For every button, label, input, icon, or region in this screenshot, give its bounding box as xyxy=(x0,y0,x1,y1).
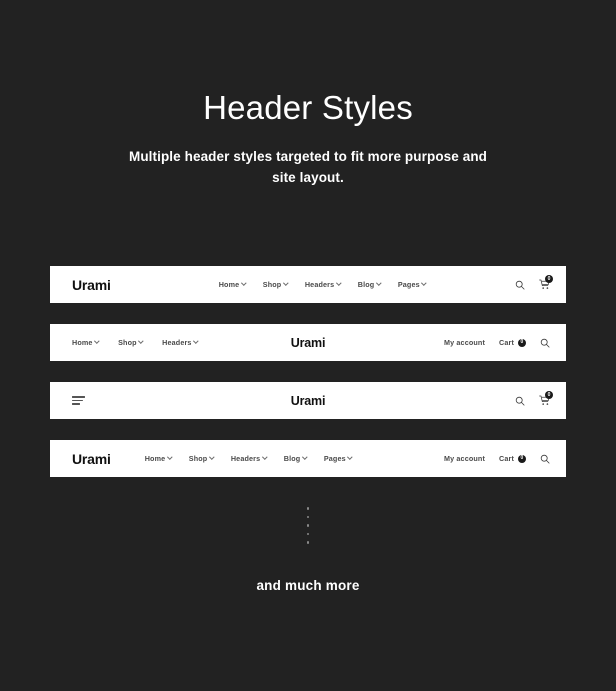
nav-item-label: Headers xyxy=(162,337,192,347)
search-icon[interactable] xyxy=(515,396,525,406)
hamburger-line xyxy=(72,403,80,405)
nav-item-label: Pages xyxy=(397,279,420,289)
hero-section: Header Styles Multiple header styles tar… xyxy=(0,0,616,188)
more-indicator-dots xyxy=(0,507,616,544)
header-style-1: Urami Home Shop Headers Blog Pages 0 xyxy=(50,266,566,303)
dot xyxy=(306,541,310,544)
cart-count-badge: 0 xyxy=(518,454,526,463)
nav-item-label: Home xyxy=(144,453,166,463)
dot xyxy=(306,507,310,510)
chevron-down-icon xyxy=(242,281,246,285)
header-actions: My account Cart 0 xyxy=(444,338,550,348)
and-much-more-caption: and much more xyxy=(256,578,360,593)
page-title: Header Styles xyxy=(203,89,413,126)
dot xyxy=(306,532,310,535)
cart-label: Cart xyxy=(499,453,514,463)
chevron-down-icon xyxy=(422,281,426,285)
dot xyxy=(306,524,310,527)
cart-icon[interactable]: 0 xyxy=(539,391,553,406)
brand-logo[interactable]: Urami xyxy=(72,452,111,466)
nav-item-home[interactable]: Home xyxy=(145,455,172,462)
my-account-link[interactable]: My account xyxy=(444,455,485,462)
chevron-down-icon xyxy=(263,455,267,459)
nav-item-label: Home xyxy=(218,279,240,289)
nav-item-pages[interactable]: Pages xyxy=(398,281,426,288)
nav-item-label: Headers xyxy=(304,279,335,289)
my-account-link[interactable]: My account xyxy=(444,339,485,346)
cart-label: Cart xyxy=(499,337,514,347)
nav-item-headers[interactable]: Headers xyxy=(162,339,198,346)
header-style-3: Urami 0 xyxy=(50,382,566,419)
hamburger-line xyxy=(72,396,85,398)
chevron-down-icon xyxy=(95,339,99,343)
nav-item-headers[interactable]: Headers xyxy=(305,281,341,288)
chevron-down-icon xyxy=(303,455,307,459)
search-icon[interactable] xyxy=(540,338,550,348)
header-actions: 0 xyxy=(515,391,553,406)
chevron-down-icon xyxy=(168,455,172,459)
nav-item-blog[interactable]: Blog xyxy=(284,455,307,462)
chevron-down-icon xyxy=(210,455,214,459)
nav-item-label: Blog xyxy=(283,453,301,463)
header-actions: My account Cart 0 xyxy=(444,454,550,464)
hamburger-line xyxy=(72,399,83,402)
chevron-down-icon xyxy=(377,281,381,285)
nav-item-label: Headers xyxy=(230,453,261,463)
nav-item-label: Pages xyxy=(323,453,346,463)
nav-item-pages[interactable]: Pages xyxy=(324,455,352,462)
header-actions: 0 xyxy=(515,275,553,290)
header-style-2: Home Shop Headers Urami My account Cart … xyxy=(50,324,566,361)
cart-link[interactable]: Cart 0 xyxy=(499,337,526,347)
brand-logo-center: Urami xyxy=(50,392,566,410)
brand-logo[interactable]: Urami xyxy=(291,394,326,408)
nav-item-label: Shop xyxy=(188,453,208,463)
nav-item-label: Blog xyxy=(357,279,375,289)
cart-icon[interactable]: 0 xyxy=(539,275,553,290)
main-navigation: Home Shop Headers xyxy=(72,339,198,346)
chevron-down-icon xyxy=(194,339,198,343)
dot xyxy=(306,515,310,518)
main-navigation: Home Shop Headers Blog Pages xyxy=(145,455,353,462)
cart-count-badge: 0 xyxy=(545,391,553,399)
chevron-down-icon xyxy=(139,339,143,343)
nav-item-blog[interactable]: Blog xyxy=(358,281,381,288)
chevron-down-icon xyxy=(348,455,352,459)
page-subtitle: Multiple header styles targeted to fit m… xyxy=(128,149,488,185)
nav-item-label: Home xyxy=(72,337,93,347)
header-style-4: Urami Home Shop Headers Blog Pages My ac… xyxy=(50,440,566,477)
cart-count-badge: 0 xyxy=(518,338,526,347)
search-icon[interactable] xyxy=(540,454,550,464)
nav-item-label: Shop xyxy=(262,279,282,289)
cart-link[interactable]: Cart 0 xyxy=(499,453,526,463)
search-icon[interactable] xyxy=(515,280,525,290)
nav-item-shop[interactable]: Shop xyxy=(263,281,288,288)
cart-count-badge: 0 xyxy=(545,275,553,283)
nav-item-home[interactable]: Home xyxy=(72,339,99,346)
brand-logo[interactable]: Urami xyxy=(72,278,111,292)
hamburger-icon[interactable] xyxy=(72,396,85,405)
header-styles-list: Urami Home Shop Headers Blog Pages 0 Hom… xyxy=(50,266,566,477)
chevron-down-icon xyxy=(337,281,341,285)
nav-item-shop[interactable]: Shop xyxy=(118,339,143,346)
nav-item-label: Shop xyxy=(118,337,137,347)
main-navigation: Home Shop Headers Blog Pages xyxy=(219,281,427,288)
brand-logo[interactable]: Urami xyxy=(291,336,326,350)
nav-item-headers[interactable]: Headers xyxy=(231,455,267,462)
nav-item-home[interactable]: Home xyxy=(219,281,246,288)
chevron-down-icon xyxy=(284,281,288,285)
nav-item-shop[interactable]: Shop xyxy=(189,455,214,462)
